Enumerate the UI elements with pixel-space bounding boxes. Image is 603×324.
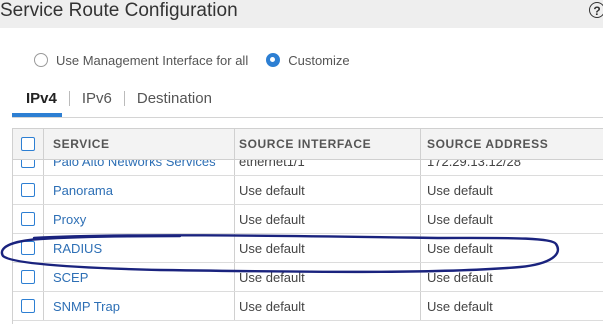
table-row[interactable]: Panorama Use default Use default	[13, 176, 603, 205]
row-checkbox[interactable]	[21, 299, 35, 313]
column-header-source-address[interactable]: SOURCE ADDRESS	[421, 129, 603, 159]
route-mode-radio-group: Use Management Interface for all Customi…	[34, 50, 368, 70]
tab-ipv6[interactable]: IPv6	[82, 90, 112, 107]
dialog-title: Service Route Configuration	[0, 0, 238, 21]
source-address-cell: Use default	[427, 269, 493, 285]
ip-tabs: IPv4 IPv6 Destination	[26, 87, 212, 109]
column-header-source-interface[interactable]: SOURCE INTERFACE	[235, 129, 421, 159]
service-name-link[interactable]: SCEP	[44, 263, 235, 291]
tab-ipv4[interactable]: IPv4	[26, 90, 57, 107]
use-management-interface-label[interactable]: Use Management Interface for all	[56, 53, 248, 68]
use-management-interface-radio[interactable]	[34, 53, 48, 67]
service-route-dialog: Service Route Configuration ? Use Manage…	[0, 0, 603, 324]
tab-separator	[123, 90, 125, 106]
service-name-link[interactable]: SNMP Trap	[44, 292, 235, 320]
source-address-cell: Use default	[427, 240, 493, 256]
row-checkbox[interactable]	[21, 183, 35, 197]
table-row[interactable]: Proxy Use default Use default	[13, 205, 603, 234]
row-select-cell	[13, 205, 44, 233]
select-all-checkbox[interactable]	[21, 137, 35, 151]
row-select-cell	[13, 234, 44, 262]
help-icon[interactable]: ?	[589, 2, 603, 18]
service-name-link[interactable]: Panorama	[44, 176, 235, 204]
row-checkbox[interactable]	[21, 160, 35, 168]
service-name-link[interactable]: Proxy	[44, 205, 235, 233]
service-name-link[interactable]: Palo Alto Networks Services	[44, 160, 235, 175]
source-address-cell: Use default	[427, 182, 493, 198]
row-select-cell	[13, 292, 44, 320]
table-row[interactable]: RADIUS Use default Use default	[13, 234, 603, 263]
source-interface-cell: Use default	[235, 263, 421, 291]
tab-destination[interactable]: Destination	[137, 90, 212, 107]
row-checkbox[interactable]	[21, 270, 35, 284]
title-bar: Service Route Configuration ?	[0, 0, 603, 28]
row-select-cell	[13, 176, 44, 204]
source-interface-cell: Use default	[235, 205, 421, 233]
table-row[interactable]: SCEP Use default Use default	[13, 263, 603, 292]
table-header: SERVICE SOURCE INTERFACE SOURCE ADDRESS	[13, 128, 603, 160]
source-address-cell: Use default	[427, 211, 493, 227]
source-interface-cell: Use default	[235, 234, 421, 262]
table-body[interactable]: Palo Alto Networks Services ethernet1/1 …	[13, 160, 603, 324]
customize-radio[interactable]	[266, 53, 281, 67]
service-name-link[interactable]: RADIUS	[44, 234, 235, 262]
customize-label[interactable]: Customize	[288, 53, 349, 68]
source-address-cell: 172.29.13.12/28	[427, 160, 521, 169]
source-interface-cell: Use default	[235, 292, 421, 320]
row-checkbox[interactable]	[21, 212, 35, 226]
table-row[interactable]: SNMP Trap Use default Use default	[13, 292, 603, 321]
table-rows: Palo Alto Networks Services ethernet1/1 …	[13, 160, 603, 321]
select-all-cell	[13, 129, 44, 159]
tab-separator	[68, 90, 70, 106]
row-select-cell	[13, 263, 44, 291]
source-interface-cell: ethernet1/1	[235, 160, 421, 175]
source-interface-cell: Use default	[235, 176, 421, 204]
row-select-cell	[13, 160, 44, 175]
column-header-service[interactable]: SERVICE	[44, 129, 235, 159]
table-row[interactable]: Palo Alto Networks Services ethernet1/1 …	[13, 160, 603, 176]
row-checkbox[interactable]	[21, 241, 35, 255]
service-route-table: SERVICE SOURCE INTERFACE SOURCE ADDRESS …	[12, 128, 603, 324]
source-address-cell: Use default	[427, 298, 493, 314]
tabs-divider	[12, 117, 603, 118]
